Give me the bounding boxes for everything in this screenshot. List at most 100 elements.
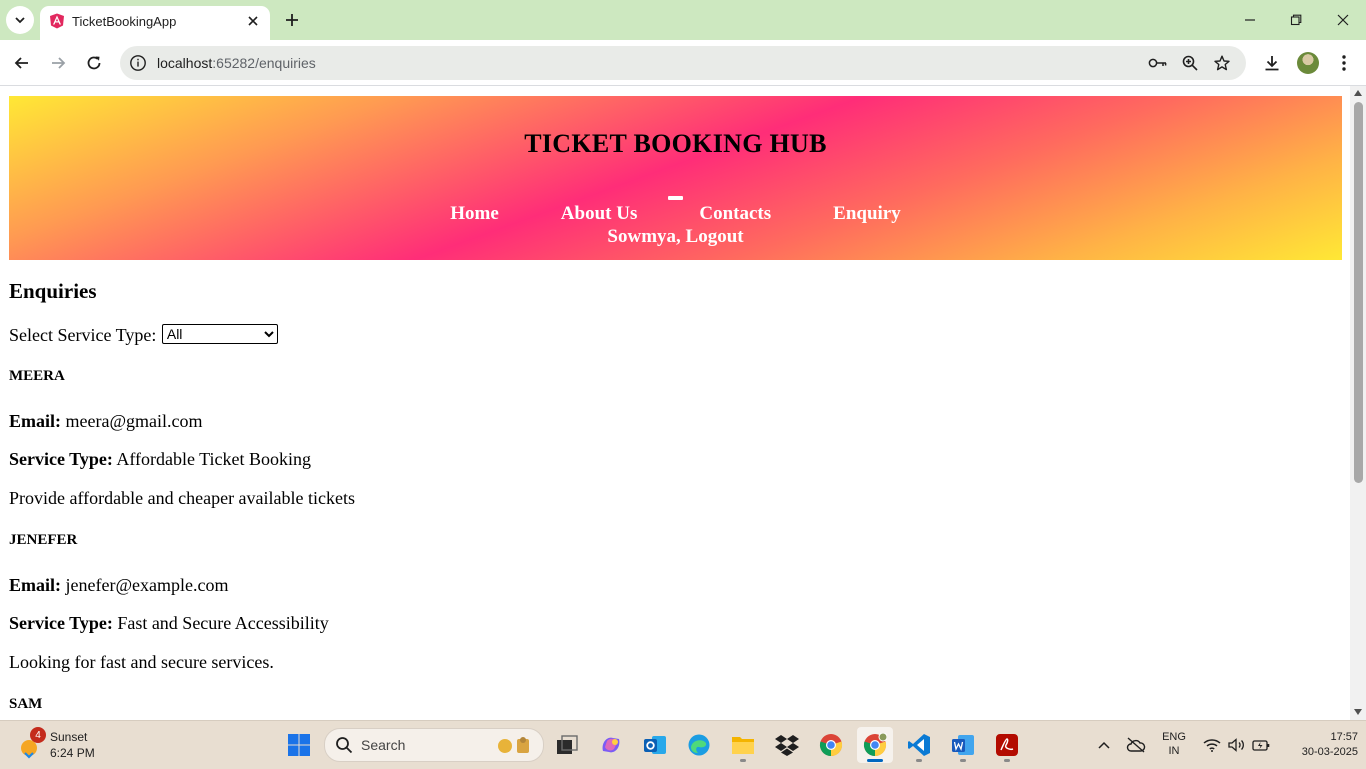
- volume-button[interactable]: [1226, 733, 1248, 757]
- chevron-down-icon: [15, 17, 25, 24]
- dropbox-icon: [775, 735, 799, 756]
- outlook-icon: [644, 736, 666, 754]
- tab-close-button[interactable]: [244, 12, 262, 30]
- minimize-button[interactable]: [1236, 6, 1264, 34]
- taskbar-copilot[interactable]: [593, 727, 629, 763]
- task-view-icon: [557, 735, 578, 754]
- wifi-icon: [1203, 739, 1221, 752]
- user-logout-link[interactable]: Sowmya, Logout: [9, 226, 1342, 248]
- scroll-down-arrow[interactable]: [1354, 709, 1362, 715]
- reload-icon: [87, 56, 101, 70]
- nav-enquiry-link[interactable]: Enquiry: [833, 203, 901, 224]
- avatar: [1297, 52, 1319, 74]
- enquiry-message: Provide affordable and cheaper available…: [9, 488, 356, 508]
- enquiry-name: SAM: [9, 696, 43, 712]
- system-clock[interactable]: 17:57 30-03-2025: [1296, 730, 1358, 760]
- profile-button[interactable]: [1294, 49, 1322, 77]
- browser-toolbar: localhost:65282/enquiries: [0, 40, 1366, 86]
- browser-menu-button[interactable]: [1330, 49, 1358, 77]
- running-indicator: [1004, 759, 1010, 762]
- close-icon: [1337, 14, 1349, 26]
- tab-search-button[interactable]: [6, 6, 34, 34]
- weather-widget[interactable]: 4 Sunset 6:24 PM: [16, 727, 136, 763]
- chrome-icon: [819, 734, 843, 757]
- email-value: jenefer@example.com: [65, 575, 229, 595]
- taskbar-word[interactable]: [945, 727, 981, 763]
- windows-logo-icon: [288, 734, 310, 756]
- onedrive-tray-button[interactable]: [1124, 733, 1148, 757]
- scrollbar-thumb[interactable]: [1354, 102, 1363, 483]
- show-hidden-icons-button[interactable]: [1094, 733, 1114, 757]
- close-window-button[interactable]: [1329, 6, 1357, 34]
- taskbar-outlook[interactable]: [637, 727, 673, 763]
- wifi-button[interactable]: [1201, 733, 1223, 757]
- page-viewport: TICKET BOOKING HUB Home About Us Contacts E…: [0, 86, 1350, 720]
- email-value: meera@gmail.com: [65, 411, 203, 431]
- more-vertical-icon: [1342, 55, 1346, 71]
- back-button[interactable]: [8, 49, 36, 77]
- nav-about-link[interactable]: About Us: [561, 203, 638, 224]
- forward-button[interactable]: [44, 49, 72, 77]
- service-type-value: Affordable Ticket Booking: [116, 449, 311, 469]
- header-dash: [668, 196, 683, 200]
- reload-button[interactable]: [80, 49, 108, 77]
- password-key-button[interactable]: [1148, 53, 1168, 73]
- arrow-right-icon: [52, 57, 66, 69]
- battery-charging-icon: [1252, 740, 1270, 751]
- url-path: :65282/enquiries: [212, 55, 316, 71]
- start-button[interactable]: [281, 727, 317, 763]
- taskbar-vscode[interactable]: [901, 727, 937, 763]
- service-type-select[interactable]: All: [161, 324, 278, 344]
- email-label: Email:: [9, 575, 61, 595]
- email-label: Email:: [9, 411, 61, 431]
- taskbar-task-view[interactable]: [549, 727, 585, 763]
- active-indicator: [867, 759, 883, 762]
- copilot-icon: [602, 737, 620, 753]
- address-bar[interactable]: localhost:65282/enquiries: [120, 46, 1246, 80]
- service-type-value: Fast and Secure Accessibility: [117, 613, 329, 633]
- close-icon: [248, 16, 258, 26]
- key-icon: [1148, 58, 1167, 68]
- windows-taskbar: 4 Sunset 6:24 PM Search ENG IN 17:57 30-…: [0, 720, 1366, 769]
- running-indicator: [916, 759, 922, 762]
- service-type-label: Service Type:: [9, 449, 113, 469]
- enquiry-email: Email: jenefer@example.com: [9, 575, 229, 596]
- restore-button[interactable]: [1282, 6, 1310, 34]
- info-icon[interactable]: [129, 54, 147, 72]
- nav-home-link[interactable]: Home: [450, 203, 499, 224]
- battery-button[interactable]: [1250, 733, 1272, 757]
- download-icon: [1265, 56, 1279, 71]
- taskbar-acrobat[interactable]: [989, 727, 1025, 763]
- taskbar-chrome[interactable]: [813, 727, 849, 763]
- filter-label: Select Service Type:: [9, 325, 157, 345]
- cloud-off-icon: [1126, 737, 1146, 753]
- taskbar-chrome-profile[interactable]: [857, 727, 893, 763]
- taskbar-search[interactable]: Search: [324, 728, 544, 762]
- nav-contacts-link[interactable]: Contacts: [699, 203, 771, 224]
- zoom-button[interactable]: [1180, 53, 1200, 73]
- taskbar-dropbox[interactable]: [769, 727, 805, 763]
- url-text[interactable]: localhost:65282/enquiries: [157, 55, 316, 71]
- site-header: TICKET BOOKING HUB Home About Us Contacts E…: [9, 96, 1342, 260]
- downloads-button[interactable]: [1258, 49, 1286, 77]
- page-heading: Enquiries: [9, 279, 97, 303]
- region-code: IN: [1168, 745, 1180, 757]
- bookmark-button[interactable]: [1212, 53, 1232, 73]
- search-highlight-icon: [498, 737, 529, 753]
- enquiry-message: Looking for fast and secure services.: [9, 652, 274, 672]
- search-label: Search: [361, 737, 406, 753]
- taskbar-edge[interactable]: [681, 727, 717, 763]
- browser-tab-active[interactable]: TicketBookingApp: [40, 6, 270, 40]
- language-indicator[interactable]: ENG IN: [1160, 730, 1188, 758]
- service-type-label: Service Type:: [9, 613, 113, 633]
- taskbar-file-explorer[interactable]: [725, 727, 761, 763]
- tab-title: TicketBookingApp: [72, 14, 177, 29]
- new-tab-button[interactable]: [280, 8, 304, 32]
- enquiry-service-type: Service Type: Fast and Secure Accessibil…: [9, 613, 329, 634]
- scroll-up-arrow[interactable]: [1354, 90, 1362, 96]
- weather-time: 6:24 PM: [50, 746, 95, 760]
- clock-time: 17:57: [1330, 731, 1358, 743]
- weather-label: Sunset: [50, 730, 88, 744]
- service-filter: Select Service Type: All: [9, 324, 278, 346]
- running-indicator: [960, 759, 966, 762]
